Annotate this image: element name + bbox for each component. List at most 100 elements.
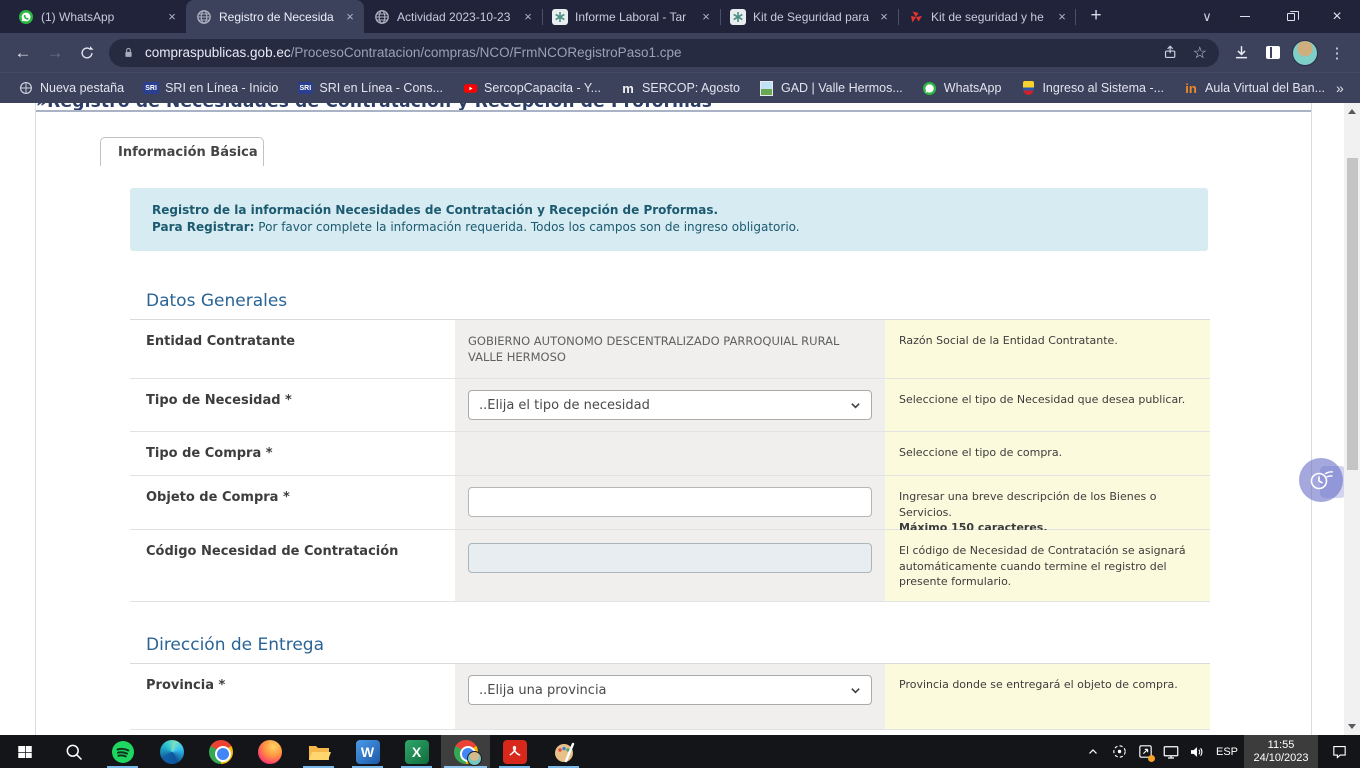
- bookmark-star-icon[interactable]: ☆: [1193, 43, 1207, 63]
- globe-icon: [196, 9, 212, 25]
- tray-capture-icon[interactable]: [1106, 735, 1132, 768]
- spotify-icon: [111, 740, 135, 764]
- pinwheel-icon: [908, 9, 924, 25]
- back-button[interactable]: ←: [7, 37, 39, 69]
- form-row-entidad-contratante: Entidad Contratante GOBIERNO AUTONOMO DE…: [130, 320, 1210, 379]
- tab-close-icon[interactable]: ×: [342, 9, 358, 25]
- page-scrollbar[interactable]: [1344, 103, 1360, 735]
- field-help: Seleccione el tipo de Necesidad que dese…: [885, 379, 1210, 431]
- share-icon[interactable]: [1162, 44, 1179, 61]
- tray-volume-icon[interactable]: [1184, 735, 1210, 768]
- entidad-contratante-value: GOBIERNO AUTONOMO DESCENTRALIZADO PARROQ…: [455, 320, 855, 365]
- provincia-select[interactable]: ..Elija una provincia: [468, 675, 872, 705]
- bookmark-nueva-pestana[interactable]: Nueva pestaña: [10, 77, 132, 99]
- taskbar-excel-button[interactable]: X: [392, 735, 441, 768]
- reload-button[interactable]: [71, 37, 103, 69]
- side-panel-button[interactable]: [1257, 37, 1289, 69]
- minimize-icon: [1240, 16, 1250, 17]
- taskbar-spotify-button[interactable]: [98, 735, 147, 768]
- field-value-cell: ..Elija el tipo de necesidad: [455, 379, 885, 431]
- tab-search-chevron-icon[interactable]: ∨: [1192, 0, 1222, 33]
- bookmark-sri-consultas[interactable]: SRI SRI en Línea - Cons...: [289, 77, 451, 99]
- tab-close-icon[interactable]: ×: [520, 9, 536, 25]
- tray-clock[interactable]: 11:55 24/10/2023: [1244, 735, 1318, 768]
- taskbar-acrobat-button[interactable]: [490, 735, 539, 768]
- tab-actividad[interactable]: Actividad 2023-10-23 ×: [364, 0, 542, 33]
- ecuador-shield-icon: [1020, 80, 1036, 96]
- browser-menu-button[interactable]: ⋮: [1321, 37, 1353, 69]
- start-button[interactable]: [0, 735, 49, 768]
- browser-tab-strip: (1) WhatsApp × Registro de Necesida × Ac…: [0, 0, 1360, 33]
- tray-time: 11:55: [1268, 739, 1295, 752]
- tab-close-icon[interactable]: ×: [164, 9, 180, 25]
- bookmark-sri-inicio[interactable]: SRI SRI en Línea - Inicio: [135, 77, 286, 99]
- field-help: Seleccione el tipo de compra.: [885, 432, 1210, 475]
- taskbar-file-explorer-button[interactable]: [294, 735, 343, 768]
- field-label: Tipo de Necesidad *: [130, 379, 455, 431]
- globe-icon: [18, 80, 34, 96]
- profile-avatar-overlay: [467, 751, 482, 766]
- winged-clock-icon: [1306, 465, 1336, 495]
- new-tab-button[interactable]: +: [1082, 2, 1110, 30]
- tab-informacion-basica[interactable]: Información Básica: [100, 137, 264, 166]
- taskbar-edge-button[interactable]: [147, 735, 196, 768]
- objeto-compra-input[interactable]: [468, 487, 872, 517]
- bookmark-aula-virtual[interactable]: in Aula Virtual del Ban...: [1175, 77, 1333, 99]
- tray-update-icon[interactable]: [1132, 735, 1158, 768]
- tab-title: Actividad 2023-10-23: [397, 10, 513, 24]
- window-minimize-button[interactable]: [1222, 0, 1268, 33]
- scrollbar-up-arrow[interactable]: [1348, 109, 1356, 114]
- form-rows-datos-generales: Entidad Contratante GOBIERNO AUTONOMO DE…: [130, 320, 1210, 602]
- bookmark-sercopcapacita[interactable]: SercopCapacita - Y...: [454, 77, 609, 99]
- bookmark-label: SRI en Línea - Cons...: [319, 81, 443, 95]
- window-restore-button[interactable]: [1268, 0, 1314, 33]
- window-close-button[interactable]: ×: [1314, 0, 1360, 33]
- bookmark-label: SRI en Línea - Inicio: [165, 81, 278, 95]
- field-label: Entidad Contratante: [130, 320, 455, 378]
- tab-close-icon[interactable]: ×: [698, 9, 714, 25]
- profile-avatar[interactable]: [1289, 37, 1321, 69]
- scrollbar-down-arrow[interactable]: [1348, 724, 1356, 729]
- tipo-necesidad-select[interactable]: ..Elija el tipo de necesidad: [468, 390, 872, 420]
- tab-registro-necesidades[interactable]: Registro de Necesida ×: [186, 0, 364, 33]
- bookmark-ingreso-sistema[interactable]: Ingreso al Sistema -...: [1012, 77, 1172, 99]
- bookmark-sercop-agosto[interactable]: m SERCOP: Agosto: [612, 77, 748, 99]
- downloads-button[interactable]: [1225, 37, 1257, 69]
- tray-date: 24/10/2023: [1253, 752, 1308, 765]
- tray-language-indicator[interactable]: ESP: [1210, 735, 1244, 768]
- taskbar-chrome-profile-button[interactable]: [441, 735, 490, 768]
- floating-timer-widget[interactable]: [1299, 458, 1343, 502]
- action-center-button[interactable]: [1318, 735, 1360, 768]
- chevron-down-icon: [850, 400, 861, 411]
- moodle-icon: m: [620, 80, 636, 96]
- field-help: Razón Social de la Entidad Contratante.: [885, 320, 1210, 378]
- bookmark-whatsapp[interactable]: WhatsApp: [914, 77, 1010, 99]
- tray-chevron-up-icon[interactable]: [1080, 735, 1106, 768]
- field-help: El código de Necesidad de Contratación s…: [885, 530, 1210, 601]
- tray-network-icon[interactable]: [1158, 735, 1184, 768]
- tab-close-icon[interactable]: ×: [876, 9, 892, 25]
- tab-whatsapp[interactable]: (1) WhatsApp ×: [8, 0, 186, 33]
- system-tray: ESP 11:55 24/10/2023: [1080, 735, 1360, 768]
- tab-kit-seguridad-1[interactable]: Kit de Seguridad para ×: [720, 0, 898, 33]
- taskbar-search-button[interactable]: [49, 735, 98, 768]
- form-row-tipo-necesidad: Tipo de Necesidad * ..Elija el tipo de n…: [130, 379, 1210, 432]
- scrollbar-thumb[interactable]: [1347, 158, 1358, 470]
- youtube-icon: [462, 80, 478, 96]
- field-help: Ingresar una breve descripción de los Bi…: [885, 476, 1210, 529]
- taskbar-paint-button[interactable]: [539, 735, 588, 768]
- field-label: Objeto de Compra *: [130, 476, 455, 529]
- tab-close-icon[interactable]: ×: [1054, 9, 1070, 25]
- taskbar-word-button[interactable]: W: [343, 735, 392, 768]
- bookmarks-overflow-chevron[interactable]: »: [1336, 80, 1354, 96]
- field-value-cell: GOBIERNO AUTONOMO DESCENTRALIZADO PARROQ…: [455, 320, 885, 378]
- bookmark-gad-valle-hermoso[interactable]: GAD | Valle Hermos...: [751, 77, 911, 99]
- tab-informe-laboral[interactable]: Informe Laboral - Tar ×: [542, 0, 720, 33]
- address-bar[interactable]: compraspublicas.gob.ec/ProcesoContrataci…: [109, 39, 1219, 67]
- field-value-cell: [455, 476, 885, 529]
- info-message-box: Registro de la información Necesidades d…: [130, 188, 1208, 251]
- tab-kit-seguridad-2[interactable]: Kit de seguridad y he ×: [898, 0, 1076, 33]
- taskbar-chrome-button[interactable]: [196, 735, 245, 768]
- forward-button[interactable]: →: [39, 37, 71, 69]
- taskbar-firefox-button[interactable]: [245, 735, 294, 768]
